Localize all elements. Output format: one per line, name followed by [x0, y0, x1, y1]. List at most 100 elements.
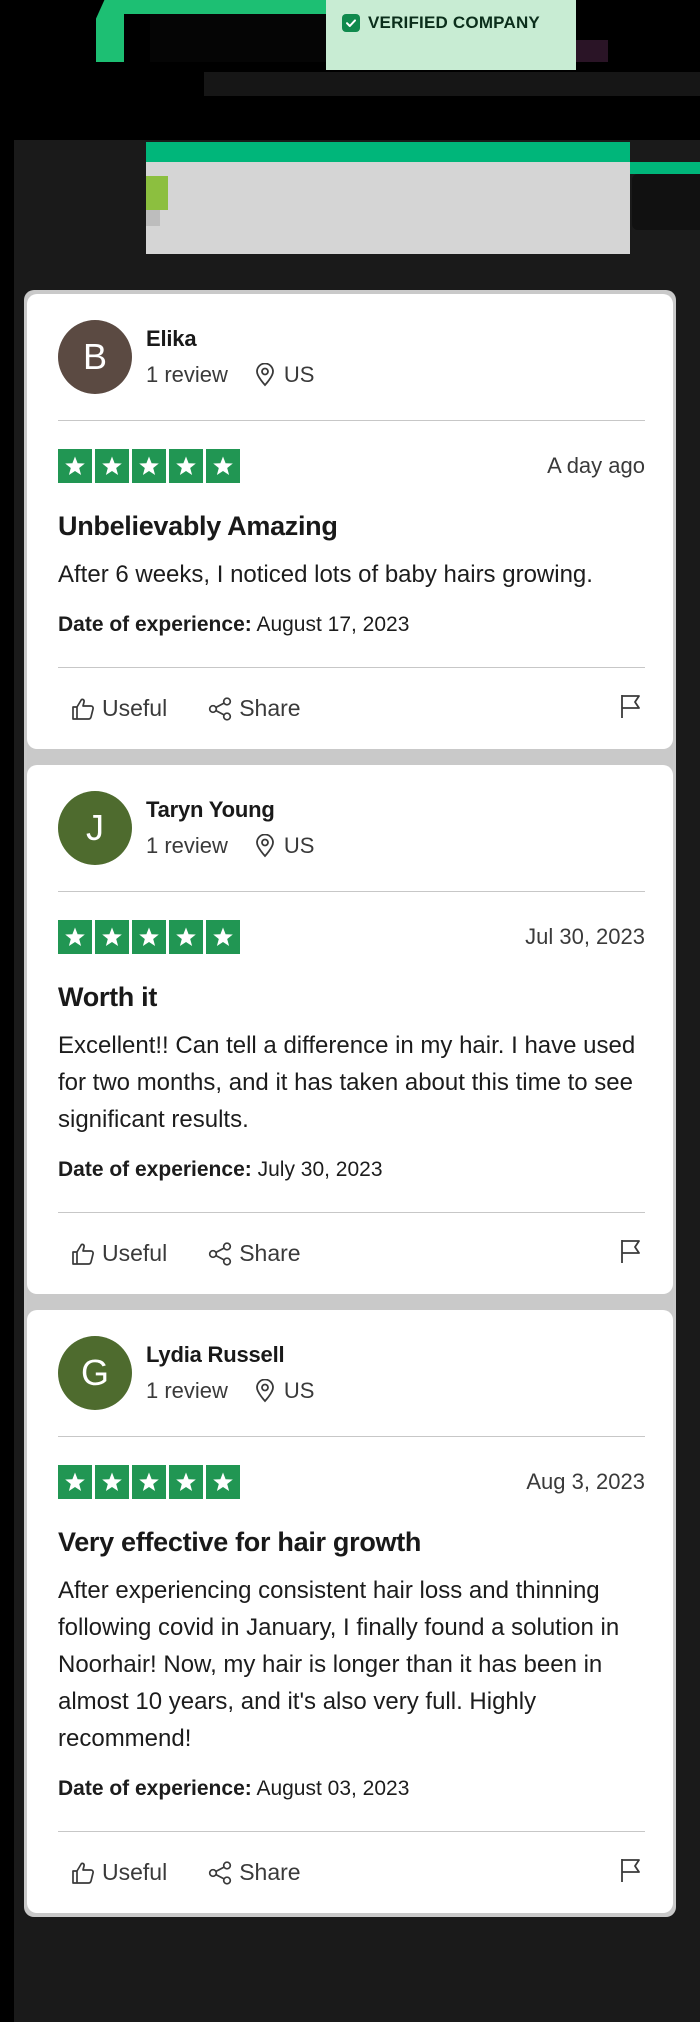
date-of-experience-label: Date of experience:	[58, 1777, 252, 1800]
consumer-info[interactable]: G Lydia Russell 1 review US	[58, 1336, 645, 1410]
review-body: Excellent!! Can tell a difference in my …	[58, 1032, 636, 1133]
header-subtitle-strip	[204, 72, 700, 96]
review-actions: Useful Share	[58, 667, 645, 749]
star-icon	[169, 920, 203, 954]
star-rating	[58, 1465, 240, 1499]
avatar[interactable]: G	[58, 1336, 132, 1410]
star-icon	[206, 449, 240, 483]
rating-bar-3-stars	[146, 210, 160, 226]
divider	[58, 891, 645, 892]
avatar-letter: B	[82, 336, 107, 377]
rating-bar-4-stars	[146, 176, 168, 210]
review-date: A day ago	[547, 453, 645, 478]
star-rating	[58, 449, 240, 483]
date-of-experience-value: August 03, 2023	[256, 1777, 410, 1800]
review-card: J Taryn Young 1 review US Jul 30, 2023 W…	[27, 765, 673, 1294]
review-card: B Elika 1 review US A day ago Unbelievab…	[27, 294, 673, 749]
review-count: 1 review	[146, 1378, 228, 1403]
header-accent-bar	[120, 0, 340, 14]
star-icon	[58, 920, 92, 954]
star-icon	[95, 449, 129, 483]
date-of-experience-label: Date of experience:	[58, 1158, 252, 1181]
review-title[interactable]: Worth it	[58, 982, 645, 1013]
share-icon	[209, 1241, 232, 1266]
location-pin-icon	[256, 363, 274, 387]
star-icon	[169, 1465, 203, 1499]
share-icon	[209, 696, 232, 721]
consumer-location: US	[283, 833, 315, 858]
flag-icon	[621, 1859, 640, 1882]
rating-filter-button[interactable]	[632, 174, 700, 230]
review-body: After 6 weeks, I noticed lots of baby ha…	[58, 561, 593, 588]
date-of-experience-label: Date of experience:	[58, 613, 252, 636]
rating-bar-track	[146, 162, 630, 254]
consumer-location: US	[283, 1378, 315, 1403]
review-actions: Useful Share	[58, 1212, 645, 1294]
review-title[interactable]: Unbelievably Amazing	[58, 511, 645, 542]
location-pin-icon	[256, 834, 274, 858]
star-icon	[206, 1465, 240, 1499]
verified-badge-label: VERIFIED COMPANY	[368, 13, 540, 32]
consumer-info[interactable]: J Taryn Young 1 review US	[58, 791, 645, 865]
thumbs-up-icon	[72, 1243, 94, 1265]
share-label: Share	[239, 1240, 301, 1266]
star-icon	[132, 449, 166, 483]
report-button[interactable]	[617, 1237, 645, 1270]
location-pin-icon	[256, 1379, 274, 1403]
star-icon	[58, 449, 92, 483]
review-body: After experiencing consistent hair loss …	[58, 1577, 620, 1752]
star-icon	[58, 1465, 92, 1499]
date-of-experience: Date of experience: August 17, 2023	[58, 613, 645, 637]
divider	[58, 1436, 645, 1437]
review-card: G Lydia Russell 1 review US Aug 3, 2023 …	[27, 1310, 673, 1913]
date-of-experience-value: July 30, 2023	[257, 1158, 383, 1181]
review-title[interactable]: Very effective for hair growth	[58, 1527, 645, 1558]
flag-icon	[621, 1240, 640, 1263]
consumer-name[interactable]: Lydia Russell	[146, 1342, 314, 1368]
report-button[interactable]	[617, 692, 645, 725]
rating-bar-5-stars	[146, 142, 630, 162]
review-date: Jul 30, 2023	[525, 924, 645, 949]
date-of-experience: Date of experience: July 30, 2023	[58, 1158, 645, 1182]
consumer-name[interactable]: Elika	[146, 326, 314, 352]
date-of-experience-value: August 17, 2023	[256, 613, 410, 636]
useful-button[interactable]: Useful	[70, 1859, 167, 1886]
date-of-experience: Date of experience: August 03, 2023	[58, 1777, 645, 1801]
review-list: B Elika 1 review US A day ago Unbelievab…	[24, 290, 676, 1917]
useful-button[interactable]: Useful	[70, 1240, 167, 1267]
verified-company-badge: VERIFIED COMPANY	[326, 0, 576, 70]
avatar[interactable]: B	[58, 320, 132, 394]
shield-check-icon	[342, 14, 360, 32]
star-icon	[169, 449, 203, 483]
review-count: 1 review	[146, 833, 228, 858]
review-date: Aug 3, 2023	[526, 1469, 645, 1494]
report-button[interactable]	[617, 1856, 645, 1889]
thumbs-up-icon	[72, 698, 94, 720]
useful-label: Useful	[102, 695, 168, 721]
consumer-name[interactable]: Taryn Young	[146, 797, 314, 823]
share-button[interactable]: Share	[207, 695, 301, 722]
divider	[58, 420, 645, 421]
avatar[interactable]: J	[58, 791, 132, 865]
consumer-info[interactable]: B Elika 1 review US	[58, 320, 645, 394]
header-logo-area	[150, 14, 330, 62]
star-icon	[95, 1465, 129, 1499]
review-actions: Useful Share	[58, 1831, 645, 1913]
flag-icon	[621, 695, 640, 718]
star-rating	[58, 920, 240, 954]
useful-label: Useful	[102, 1240, 168, 1266]
share-label: Share	[239, 1859, 301, 1885]
share-label: Share	[239, 695, 301, 721]
star-icon	[132, 1465, 166, 1499]
share-button[interactable]: Share	[207, 1859, 301, 1886]
header-decoration	[576, 40, 608, 62]
share-button[interactable]: Share	[207, 1240, 301, 1267]
share-icon	[209, 1860, 232, 1885]
consumer-location: US	[283, 362, 315, 387]
star-icon	[95, 920, 129, 954]
useful-button[interactable]: Useful	[70, 695, 167, 722]
star-icon	[132, 920, 166, 954]
star-icon	[206, 920, 240, 954]
useful-label: Useful	[102, 1859, 168, 1885]
avatar-letter: J	[86, 807, 104, 848]
